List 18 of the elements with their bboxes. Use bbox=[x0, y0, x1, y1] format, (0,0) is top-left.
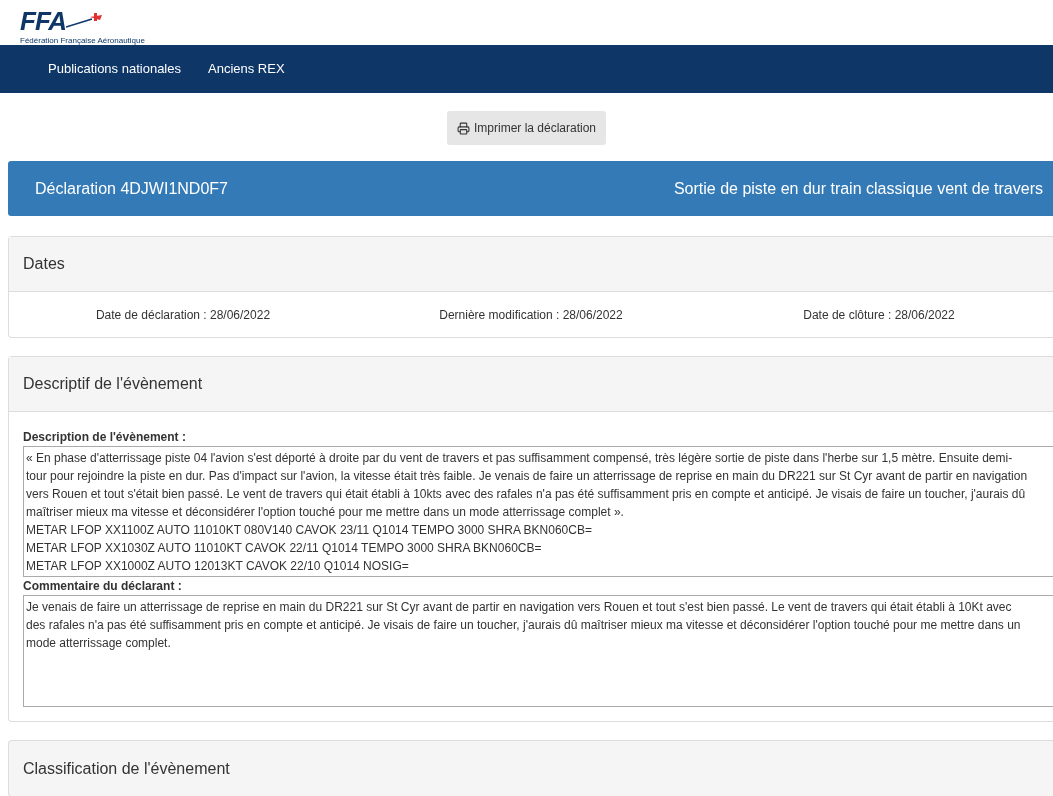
nav-link[interactable]: Anciens REX bbox=[208, 59, 285, 79]
panel-title: Classification de l'évènement bbox=[23, 758, 230, 779]
panel-title: Dates bbox=[23, 254, 65, 274]
date-text: Dernière modification : 28/06/2022 bbox=[438, 306, 624, 324]
declaration-title: Déclaration 4DJWI1ND0F7 bbox=[35, 178, 228, 199]
field-label: Description de l'évènement : bbox=[23, 429, 187, 446]
declaration-subject: Sortie de piste en dur train classique vent de travers bbox=[673, 178, 1043, 199]
field-label: Commentaire du déclarant : bbox=[23, 578, 183, 595]
text-area[interactable]: « En phase d'atterrissage piste 04 l'avion s'est déporté à droite par du vent de travers et pas suffisamment compensé, très légère sortie de piste dans l'herbe sur 1,5 mètre. Ensuite demi-tour pour rejoindre la piste en dur. Pas d'impact sur l'avion, la vitesse était très faible. Je venais de faire un atterrissage de reprise en main du DR221 sur St Cyr avant de partir en navigation vers Rouen et tout s'était bien passé. Le vent de travers qui était établi à 10kts avec des rafales n'a pas été suffisamment pris en compte et anticipé. Je visais de faire un toucher, j'aurais dû maîtriser mieux ma vitesse et déconsidérer l'option touché pour me mettre dans un mode atterrissage complet ». METAR LFOP XX1100Z AUTO 11010KT 080V140 CAVOK 23/11 Q1014 TEMPO 3000 SHRA BKN060CB= METAR LFOP XX1030Z AUTO 11010KT CAVOK 22/11 Q1014 TEMPO 3000 SHRA BKN060CB= METAR LFOP XX1000Z AUTO 12013KT CAVOK 22/10 Q1014 NOSIG= bbox=[23, 446, 1053, 577]
date-text: Date de clôture : 28/06/2022 bbox=[802, 306, 956, 324]
panel-title: Descriptif de l'évènement bbox=[23, 374, 203, 394]
logo-subtitle: Fédération Française Aéronautique bbox=[20, 36, 146, 45]
nav-link[interactable]: Publications nationales bbox=[48, 59, 181, 79]
print-button[interactable]: Imprimer la déclaration bbox=[446, 111, 606, 145]
print-icon bbox=[456, 121, 470, 135]
date-text: Date de déclaration : 28/06/2022 bbox=[94, 306, 272, 324]
logo-text: FFA bbox=[20, 6, 67, 36]
text-area[interactable]: Je venais de faire un atterrissage de reprise en main du DR221 sur St Cyr avant de partir en navigation vers Rouen et tout s'est bien passé. Le vent de travers qui était établi à 10Kt avec des rafales n'a pas été suffisamment pris en compte et anticipé. Je visais de faire un toucher, j'aurais dû maîtriser mieux ma vitesse et déconsidérer l'option touché pour me mettre dans un mode atterrissage complet. bbox=[23, 595, 1053, 707]
